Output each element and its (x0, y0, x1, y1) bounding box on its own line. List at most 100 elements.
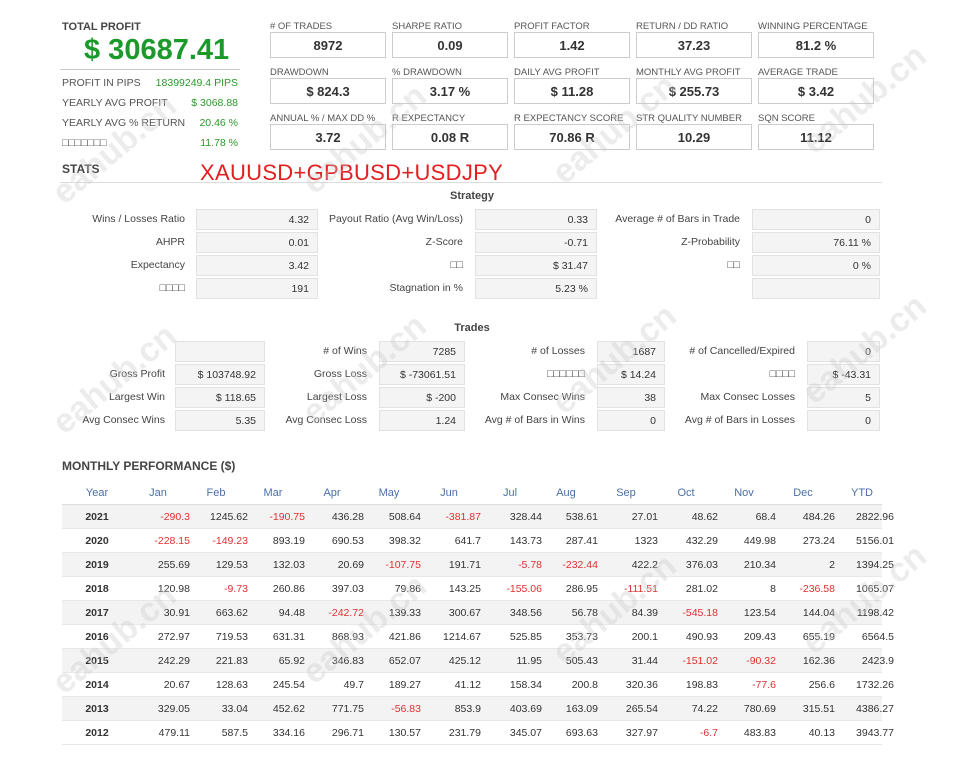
trades-label: Largest Win (108, 391, 165, 403)
month-value: -6.7 (699, 727, 718, 739)
year-cell: 2012 (85, 727, 109, 739)
month-value: 200.8 (571, 679, 598, 691)
month-value: 663.62 (215, 607, 248, 619)
trades-label: # of Wins (323, 345, 367, 357)
month-value: 231.79 (448, 727, 481, 739)
month-value: 200.1 (631, 631, 658, 643)
kpi-label: AVERAGE TRADE (758, 67, 838, 78)
month-value: 5156.01 (856, 535, 894, 547)
month-value: 30.91 (163, 607, 190, 619)
month-value: 403.69 (509, 703, 542, 715)
month-value: 27.01 (631, 511, 658, 523)
month-value: 158.34 (509, 679, 542, 691)
trades-value: $ 14.24 (597, 364, 665, 385)
trades-value (175, 341, 265, 362)
strategy-value: 4.32 (196, 209, 318, 230)
year-cell: 2013 (85, 703, 109, 715)
month-value: 1198.42 (856, 607, 894, 619)
strategy-label: Payout Ratio (Avg Win/Loss) (328, 213, 463, 225)
month-value: 210.34 (743, 559, 776, 571)
kpi-value: $ 824.3 (270, 78, 386, 104)
trades-value: $ -200 (379, 387, 465, 408)
month-value: 41.12 (454, 679, 481, 691)
month-value: -232.44 (562, 559, 598, 571)
month-value: 128.63 (215, 679, 248, 691)
table-header-row: Year Jan Feb Mar Apr May Jun Jul Aug Sep Oct Nov Dec… (62, 481, 882, 505)
column-header-jan: Jan (149, 487, 167, 499)
kpi-value: 11.12 (758, 124, 874, 150)
month-value: 525.85 (509, 631, 542, 643)
trades-value: $ 103748.92 (175, 364, 265, 385)
month-value: 4386.27 (856, 703, 894, 715)
column-header-nov: Nov (734, 487, 754, 499)
year-cell: 2019 (85, 559, 109, 571)
column-header-jul: Jul (502, 487, 518, 499)
month-value: 2822.96 (856, 511, 894, 523)
month-value: 2423.9 (861, 655, 894, 667)
table-row: 2020 -228.15 -149.23 893.19 690.53 398.32 641.… (62, 529, 894, 553)
kpi-value: $ 255.73 (636, 78, 752, 104)
table-row: 2016 272.97 719.53 631.31 868.93 421.86 1214.6… (62, 625, 894, 649)
kpi-label: DRAWDOWN (270, 67, 329, 78)
total-profit-value: $ 30687.41 (84, 34, 230, 66)
month-value: 1732.26 (856, 679, 894, 691)
kpi-value: 70.86 R (514, 124, 630, 150)
strategy-value (752, 278, 880, 299)
trades-value: 0 (807, 341, 880, 362)
trades-value: $ 118.65 (175, 387, 265, 408)
month-value: 436.28 (331, 511, 364, 523)
kpi-label: SHARPE RATIO (392, 21, 463, 32)
trades-value: 7285 (379, 341, 465, 362)
kpi-label: R EXPECTANCY (392, 113, 466, 124)
month-value: -228.15 (154, 535, 190, 547)
month-value: 452.62 (272, 703, 305, 715)
month-value: 780.69 (743, 703, 776, 715)
strategy-value: 5.23 % (475, 278, 597, 299)
month-value: 693.63 (565, 727, 598, 739)
month-value: 425.12 (448, 655, 481, 667)
strategy-value: 76.11 % (752, 232, 880, 253)
column-header-ytd: YTD (851, 487, 873, 499)
month-value: 48.62 (691, 511, 718, 523)
column-header-year: Year (85, 487, 109, 499)
monthly-performance-table: Year Jan Feb Mar Apr May Jun Jul Aug Sep Oct Nov Dec… (62, 481, 894, 745)
month-value: 143.25 (448, 583, 481, 595)
kpi-value: 3.72 (270, 124, 386, 150)
year-cell: 2014 (85, 679, 109, 691)
kpi-label: R EXPECTANCY SCORE (514, 113, 624, 124)
month-value: 348.56 (509, 607, 542, 619)
trades-label: □□□□ (769, 368, 795, 380)
month-value: 1065.07 (856, 583, 894, 595)
trades-label: Avg # of Bars in Losses (684, 414, 795, 426)
month-value: 353.73 (565, 631, 598, 643)
trades-value: 0 (597, 410, 665, 431)
month-value: 281.02 (685, 583, 718, 595)
month-value: 868.93 (331, 631, 364, 643)
month-value: 6564.5 (861, 631, 894, 643)
kpi-label: PROFIT FACTOR (514, 21, 590, 32)
month-value: 68.4 (755, 511, 776, 523)
month-value: 483.83 (743, 727, 776, 739)
trades-label: Avg Consec Loss (285, 414, 367, 426)
year-cell: 2017 (85, 607, 109, 619)
month-value: 334.16 (272, 727, 305, 739)
month-value: -107.75 (385, 559, 421, 571)
month-value: 484.26 (802, 511, 835, 523)
month-value: 1323 (634, 535, 658, 547)
column-header-feb: Feb (206, 487, 226, 499)
month-value: 242.29 (157, 655, 190, 667)
stats-title: STATS (62, 162, 100, 176)
month-value: 65.92 (278, 655, 305, 667)
month-value: 129.53 (215, 559, 248, 571)
trades-label: # of Cancelled/Expired (689, 345, 795, 357)
kpi-label: RETURN / DD RATIO (636, 21, 729, 32)
month-value: 74.22 (691, 703, 718, 715)
year-cell: 2021 (85, 511, 109, 523)
month-value: 191.71 (448, 559, 481, 571)
month-value: 20.67 (163, 679, 190, 691)
month-value: 690.53 (331, 535, 364, 547)
strategy-label: □□ (727, 259, 740, 271)
month-value: -151.02 (682, 655, 718, 667)
table-row: 2015 242.29 221.83 65.92 346.83 652.07 425.12 1… (62, 649, 894, 673)
strategy-value: $ 31.47 (475, 255, 597, 276)
